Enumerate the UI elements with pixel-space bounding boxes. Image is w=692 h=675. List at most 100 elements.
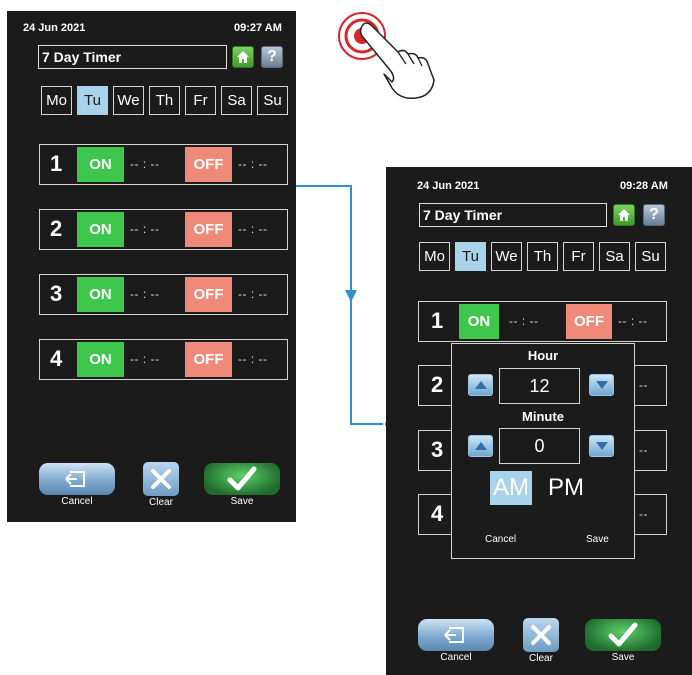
up-arrow-icon [474, 381, 487, 389]
on-time: -- : -- [509, 314, 539, 328]
off-button[interactable]: OFF [185, 342, 232, 377]
row-number: 4 [431, 501, 444, 526]
home-icon [618, 209, 630, 221]
checkmark-icon [227, 466, 257, 491]
down-arrow-icon [595, 442, 608, 450]
timer-screen-after: 24 Jun 2021 09:28 AM 7 Day Timer ? Mo Tu… [386, 167, 692, 675]
save-button[interactable]: Save [204, 463, 280, 507]
save-button[interactable]: Save [585, 619, 661, 663]
home-icon [237, 51, 249, 63]
on-button[interactable]: ON [77, 342, 124, 377]
clear-label: Clear [529, 653, 553, 664]
day-fr[interactable]: Fr [185, 86, 216, 115]
date-label: 24 Jun 2021 [417, 180, 480, 192]
day-sa[interactable]: Sa [221, 86, 252, 115]
day-su[interactable]: Su [257, 86, 288, 115]
down-arrow-icon [595, 381, 608, 389]
home-button[interactable] [232, 46, 254, 68]
on-button[interactable]: ON [77, 277, 124, 312]
off-time: -- : -- [238, 352, 268, 366]
cancel-button[interactable]: Cancel [418, 619, 494, 663]
help-button[interactable]: ? [261, 46, 283, 68]
save-label: Save [230, 496, 254, 507]
day-we[interactable]: We [113, 86, 144, 115]
day-th[interactable]: Th [527, 242, 558, 271]
off-time: -- : -- [238, 157, 268, 171]
on-time: -- : -- [130, 222, 160, 236]
cancel-button[interactable]: Cancel [39, 463, 115, 507]
popup-cancel-button[interactable]: Cancel [485, 534, 516, 545]
am-option[interactable]: AM [490, 471, 532, 505]
clear-x-icon [151, 469, 171, 489]
clear-button[interactable]: Clear [523, 618, 559, 664]
up-arrow-icon [474, 442, 487, 450]
hour-label: Hour [527, 348, 559, 363]
row-time-tail: -- [639, 378, 648, 392]
pm-option[interactable]: PM [545, 471, 587, 505]
minute-up-button[interactable] [468, 435, 493, 457]
date-label: 24 Jun 2021 [23, 22, 86, 34]
row-number: 1 [50, 151, 63, 176]
popup-save-button[interactable]: Save [586, 534, 609, 545]
row-number: 1 [431, 308, 444, 333]
time-label: 09:27 AM [234, 22, 282, 34]
row-number: 2 [431, 372, 444, 397]
day-we[interactable]: We [491, 242, 522, 271]
off-time: -- : -- [618, 314, 648, 328]
on-time: -- : -- [130, 157, 160, 171]
off-button[interactable]: OFF [185, 212, 232, 247]
timer-row-1: 1 ON -- : -- OFF -- : -- [39, 144, 288, 185]
time-picker-dialog: Hour 12 Minute 0 AM PM Cancel Save [451, 343, 635, 559]
cancel-label: Cancel [440, 652, 472, 663]
day-tu[interactable]: Tu [77, 86, 108, 115]
hour-up-button[interactable] [468, 374, 493, 396]
row-number: 4 [50, 346, 63, 371]
hour-value[interactable]: 12 [499, 368, 580, 404]
off-time: -- : -- [238, 287, 268, 301]
help-button[interactable]: ? [643, 204, 665, 226]
day-mo[interactable]: Mo [419, 242, 450, 271]
row-number: 2 [50, 216, 63, 241]
timer-row-2: 2 ON -- : -- OFF -- : -- [39, 209, 288, 250]
off-button[interactable]: OFF [566, 304, 612, 339]
page-title: 7 Day Timer [419, 203, 607, 227]
day-sa[interactable]: Sa [599, 242, 630, 271]
checkmark-icon [608, 622, 638, 647]
off-button[interactable]: OFF [185, 147, 232, 182]
timer-row-4: 4 ON -- : -- OFF -- : -- [39, 339, 288, 380]
off-button[interactable]: OFF [185, 277, 232, 312]
on-time: -- : -- [130, 287, 160, 301]
back-arrow-icon [444, 627, 464, 643]
day-selector: Mo Tu We Th Fr Sa Su [419, 242, 666, 271]
clear-x-icon [531, 625, 551, 645]
day-th[interactable]: Th [149, 86, 180, 115]
row-number: 3 [431, 437, 444, 462]
clear-button[interactable]: Clear [143, 462, 179, 508]
row-time-tail: -- [639, 443, 648, 457]
timer-row-3: 3 ON -- : -- OFF -- : -- [39, 274, 288, 315]
row-time-tail: -- [639, 507, 648, 521]
day-mo[interactable]: Mo [41, 86, 72, 115]
day-fr[interactable]: Fr [563, 242, 594, 271]
on-time: -- : -- [130, 352, 160, 366]
minute-label: Minute [522, 409, 564, 424]
on-button[interactable]: ON [77, 147, 124, 182]
hour-down-button[interactable] [589, 374, 614, 396]
page-title: 7 Day Timer [38, 45, 227, 69]
tap-hand-icon [338, 12, 435, 100]
day-tu[interactable]: Tu [455, 242, 486, 271]
off-time: -- : -- [238, 222, 268, 236]
back-arrow-icon [65, 471, 85, 487]
on-button[interactable]: ON [459, 304, 499, 339]
home-button[interactable] [613, 204, 635, 226]
cancel-label: Cancel [61, 496, 93, 507]
minute-down-button[interactable] [589, 435, 614, 457]
day-selector: Mo Tu We Th Fr Sa Su [41, 86, 288, 115]
on-button[interactable]: ON [77, 212, 124, 247]
day-su[interactable]: Su [635, 242, 666, 271]
row-number: 3 [50, 281, 63, 306]
minute-value[interactable]: 0 [499, 428, 580, 464]
save-label: Save [611, 652, 635, 663]
timer-row-1: 1 ON -- : -- OFF -- : -- [418, 301, 667, 342]
time-label: 09:28 AM [620, 180, 668, 192]
